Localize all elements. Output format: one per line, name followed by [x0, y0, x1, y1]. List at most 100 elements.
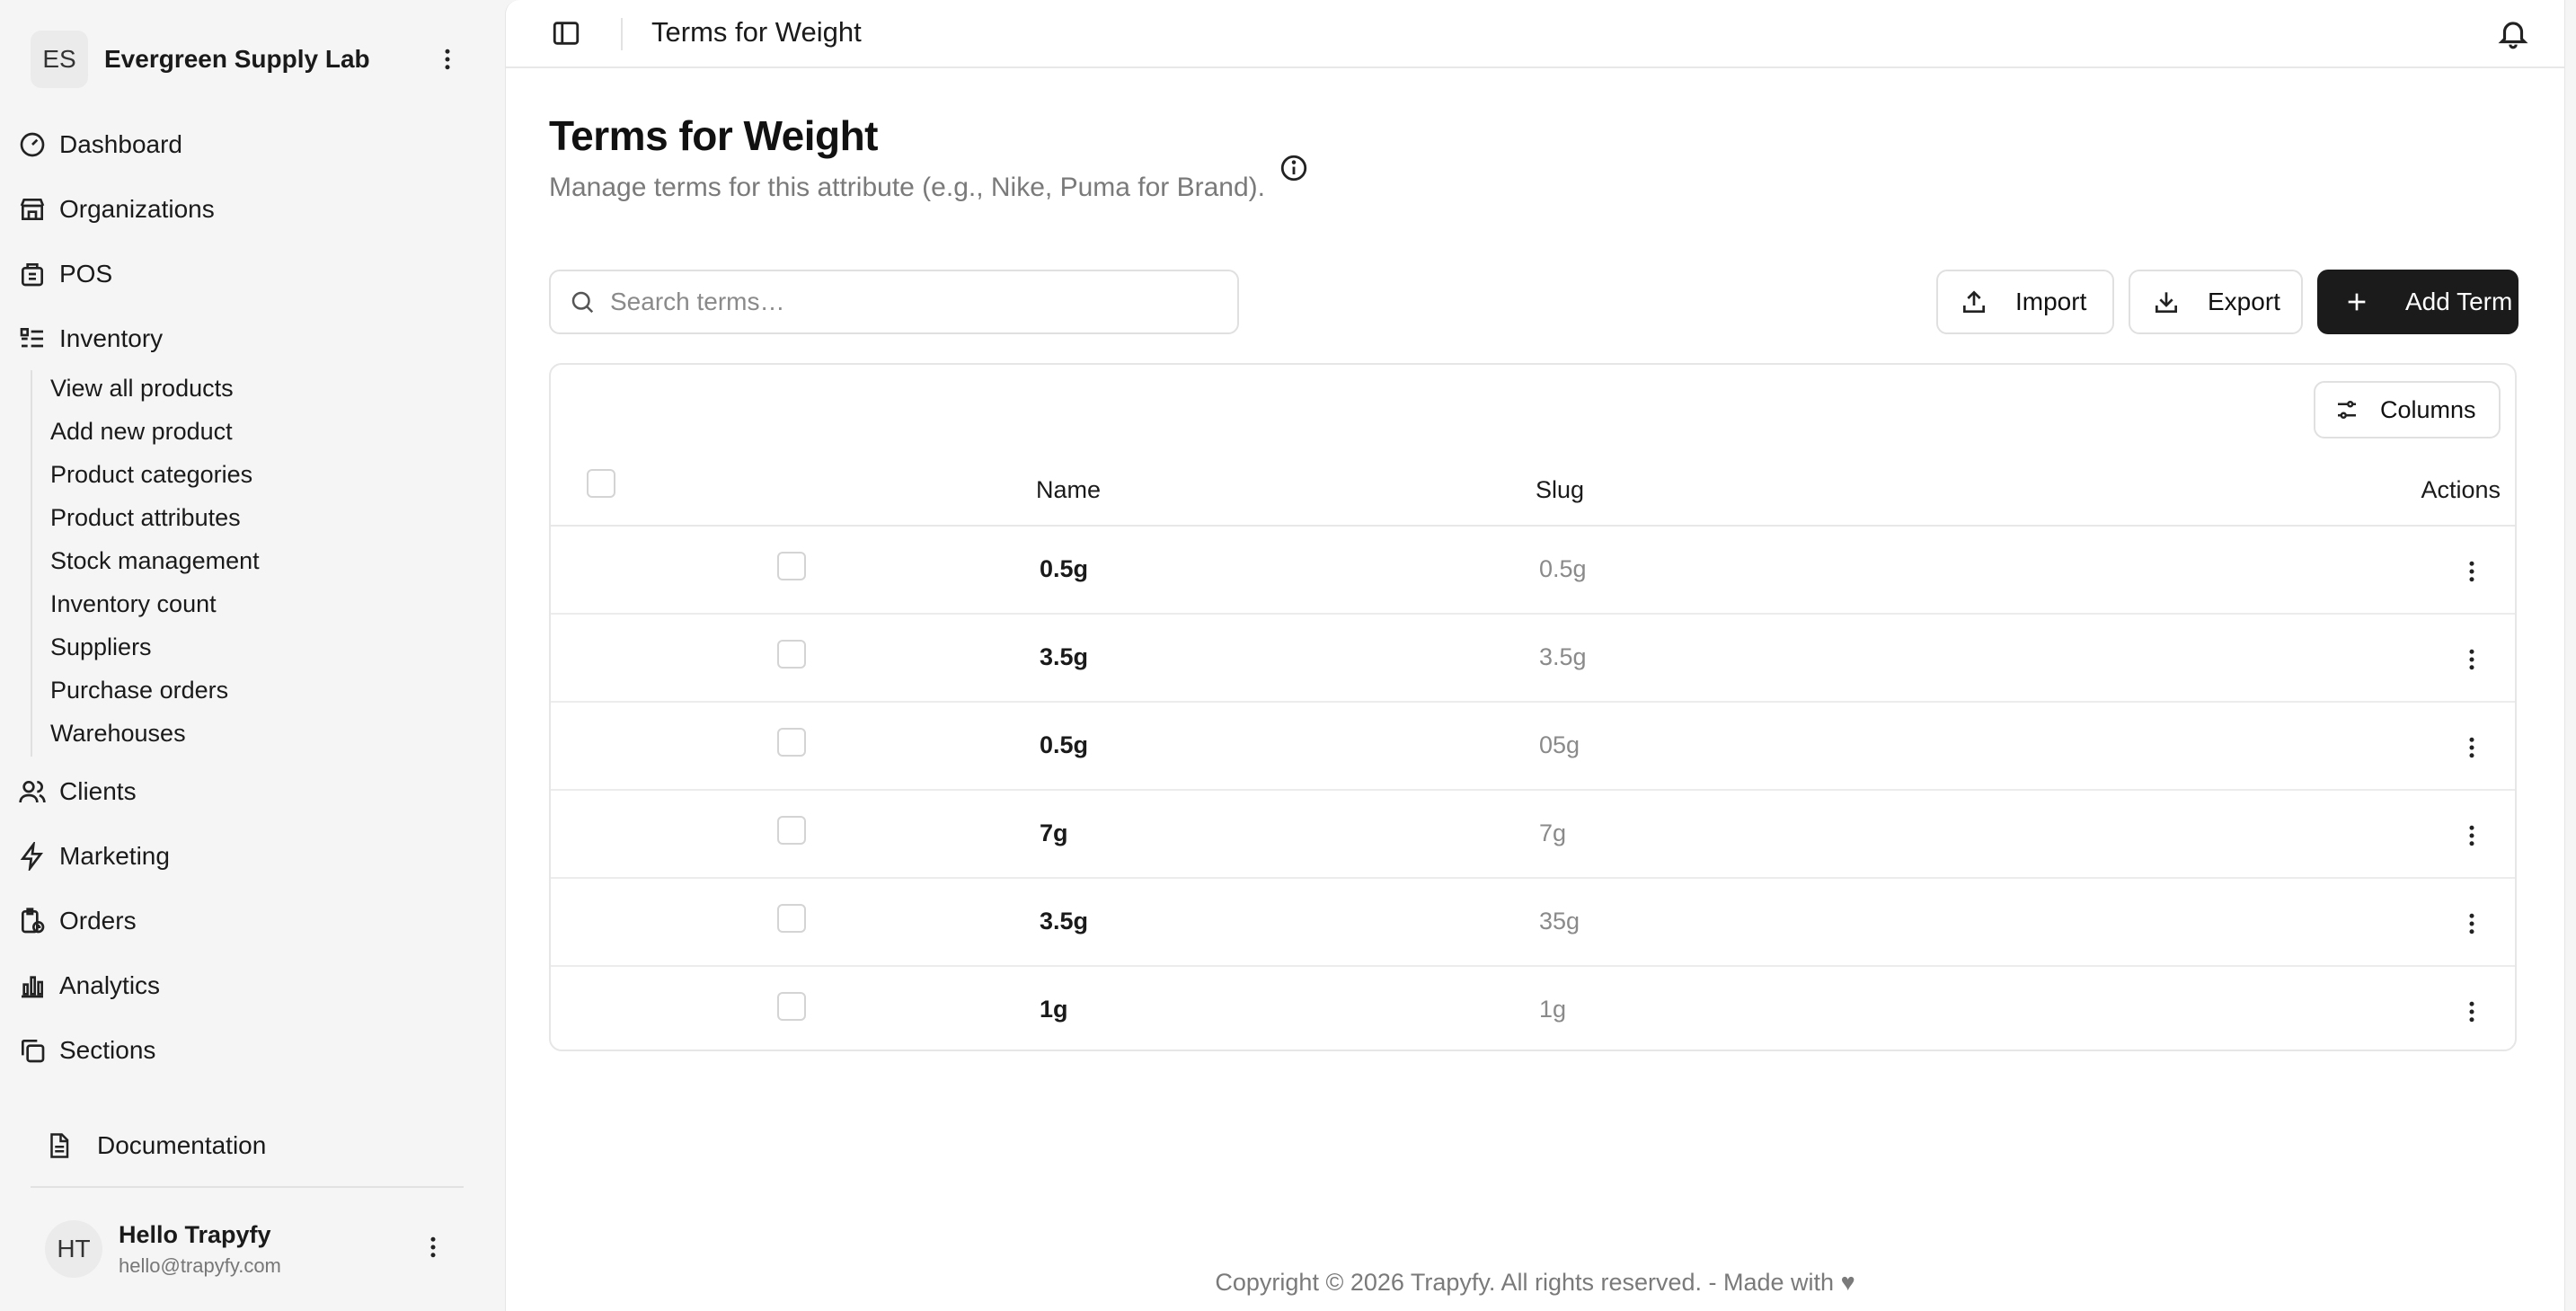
row-actions-icon[interactable] — [2454, 818, 2490, 854]
nav-marketing-label: Marketing — [59, 842, 170, 870]
subnav-purchase-orders[interactable]: Purchase orders — [50, 672, 228, 708]
row-actions-icon[interactable] — [2454, 730, 2490, 766]
terms-table-card: Columns Name Slug Actions 0.5g 0.5g 3.5g… — [549, 363, 2517, 1051]
row-checkbox[interactable] — [777, 816, 806, 845]
upload-icon — [1963, 290, 1985, 313]
row-checkbox[interactable] — [777, 640, 806, 669]
org-menu-icon[interactable] — [429, 41, 465, 77]
footer-copyright: Copyright © 2026 Trapyfy. All rights res… — [1215, 1269, 1855, 1296]
nav-orders[interactable]: Orders — [18, 899, 467, 943]
sliders-icon — [2338, 401, 2356, 419]
table-row: 3.5g 35g — [551, 879, 2515, 967]
row-actions-icon[interactable] — [2454, 906, 2490, 942]
cell-slug: 05g — [1539, 731, 1580, 758]
sidebar-toggle-icon[interactable] — [551, 18, 583, 50]
org-switcher[interactable]: ES Evergreen Supply Lab — [31, 27, 471, 92]
select-all-checkbox[interactable] — [587, 469, 615, 498]
cell-slug: 3.5g — [1539, 643, 1587, 670]
nav-organizations-label: Organizations — [59, 195, 215, 223]
import-button[interactable]: Import — [1936, 270, 2114, 334]
nav-dashboard-label: Dashboard — [59, 130, 182, 158]
cell-slug: 7g — [1539, 819, 1567, 846]
table-row: 7g 7g — [551, 791, 2515, 879]
document-icon — [50, 1133, 69, 1158]
nav-marketing[interactable]: Marketing — [18, 834, 467, 879]
page-subtitle: Manage terms for this attribute (e.g., N… — [549, 173, 1265, 202]
cell-name: 1g — [1040, 996, 1068, 1023]
inventory-subnav: View all products Add new product Produc… — [31, 370, 300, 757]
import-label: Import — [2015, 288, 2087, 315]
cell-name: 0.5g — [1040, 555, 1089, 582]
bell-icon[interactable] — [2496, 16, 2532, 52]
cell-slug: 0.5g — [1539, 555, 1587, 582]
table-row: 3.5g 3.5g — [551, 615, 2515, 703]
user-avatar: HT — [45, 1220, 102, 1278]
users-icon — [19, 781, 46, 803]
subnav-add-new-product[interactable]: Add new product — [50, 413, 233, 449]
user-menu-icon[interactable] — [415, 1229, 451, 1265]
store-icon — [20, 199, 45, 220]
subnav-warehouses[interactable]: Warehouses — [50, 715, 186, 751]
subnav-view-all-products[interactable]: View all products — [50, 370, 234, 406]
nav-analytics[interactable]: Analytics — [18, 963, 467, 1008]
bar-chart-icon — [22, 976, 43, 998]
cell-name: 3.5g — [1040, 643, 1089, 670]
header-slug: Slug — [1536, 476, 1585, 503]
nav-pos-label: POS — [59, 260, 113, 288]
nav-clients-label: Clients — [59, 777, 137, 805]
table-row: 0.5g 05g — [551, 703, 2515, 791]
nav-dashboard[interactable]: Dashboard — [18, 122, 467, 167]
search-input[interactable] — [610, 288, 1221, 316]
sidebar: ES Evergreen Supply Lab Dashboard Organi… — [0, 0, 503, 1311]
user-profile[interactable]: HT Hello Trapyfy hello@trapyfy.com — [45, 1213, 467, 1285]
nav-pos[interactable]: POS — [18, 252, 467, 297]
nav-documentation[interactable]: Documentation — [45, 1123, 266, 1168]
subnav-product-categories[interactable]: Product categories — [50, 456, 252, 492]
user-name: Hello Trapyfy — [119, 1220, 271, 1248]
table-row: 0.5g 0.5g — [551, 527, 2515, 615]
nav-sections[interactable]: Sections — [18, 1028, 467, 1073]
cell-slug: 35g — [1539, 908, 1580, 935]
nav-sections-label: Sections — [59, 1036, 156, 1064]
nav-analytics-label: Analytics — [59, 971, 161, 999]
info-icon[interactable] — [1279, 153, 1311, 185]
nav-orders-label: Orders — [59, 907, 137, 935]
nav-documentation-label: Documentation — [97, 1131, 267, 1159]
search-icon — [571, 291, 594, 314]
add-term-label: Add Term — [2405, 288, 2513, 315]
header-name: Name — [1036, 476, 1102, 503]
clipboard-clock-icon — [21, 908, 45, 934]
add-term-button[interactable]: Add Term — [2317, 270, 2518, 334]
nav-organizations[interactable]: Organizations — [18, 187, 467, 232]
row-checkbox[interactable] — [777, 992, 806, 1021]
subnav-inventory-count[interactable]: Inventory count — [50, 586, 217, 622]
row-actions-icon[interactable] — [2454, 642, 2490, 678]
lightning-icon — [20, 842, 43, 871]
row-checkbox[interactable] — [777, 552, 806, 580]
cell-name: 3.5g — [1040, 908, 1089, 935]
sidebar-divider — [31, 1186, 464, 1188]
plus-icon — [2348, 293, 2366, 311]
row-checkbox[interactable] — [777, 904, 806, 933]
subnav-stock-management[interactable]: Stock management — [50, 543, 260, 579]
nav-clients[interactable]: Clients — [18, 769, 467, 814]
row-checkbox[interactable] — [777, 728, 806, 757]
row-actions-icon[interactable] — [2454, 554, 2490, 589]
table-header: Name Slug Actions — [551, 455, 2515, 527]
row-actions-icon[interactable] — [2454, 994, 2490, 1030]
columns-button[interactable]: Columns — [2314, 381, 2501, 438]
nav-inventory[interactable]: Inventory — [18, 316, 467, 361]
export-label: Export — [2208, 288, 2280, 315]
download-icon — [2156, 292, 2177, 313]
org-name: Evergreen Supply Lab — [104, 45, 370, 73]
export-button[interactable]: Export — [2129, 270, 2303, 334]
page-title: Terms for Weight — [549, 112, 879, 159]
columns-label: Columns — [2380, 395, 2476, 423]
subnav-product-attributes[interactable]: Product attributes — [50, 500, 241, 536]
nav-inventory-label: Inventory — [59, 324, 164, 352]
subnav-suppliers[interactable]: Suppliers — [50, 629, 152, 665]
search-box — [549, 270, 1239, 334]
header-actions: Actions — [2421, 476, 2501, 503]
cell-name: 7g — [1040, 819, 1068, 846]
cell-name: 0.5g — [1040, 731, 1089, 758]
